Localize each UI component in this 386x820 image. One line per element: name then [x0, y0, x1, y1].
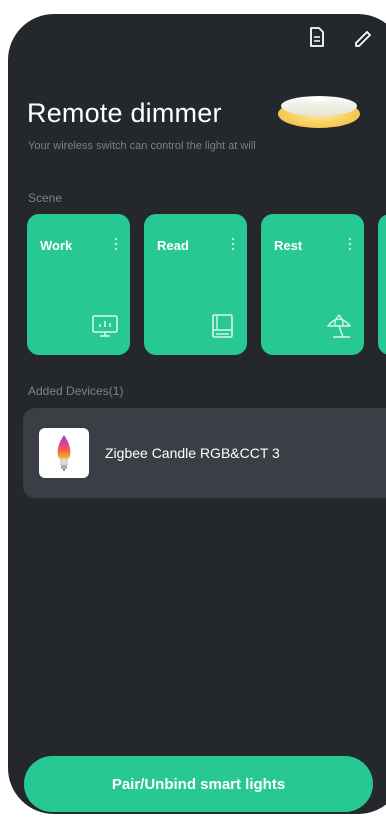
document-icon[interactable] [304, 24, 330, 50]
more-vertical-icon[interactable] [114, 237, 118, 251]
book-icon [212, 314, 233, 338]
scene-card-partial[interactable] [378, 214, 386, 355]
page-subtitle: Your wireless switch can control the lig… [28, 140, 256, 152]
scene-name: Read [157, 238, 189, 253]
scene-section-label: Scene [28, 191, 63, 205]
candle-bulb-icon [57, 435, 71, 471]
ceiling-lamp-image [278, 96, 360, 128]
pair-unbind-button[interactable]: Pair/Unbind smart lights [24, 756, 373, 812]
more-vertical-icon[interactable] [231, 237, 235, 251]
monitor-icon [92, 315, 118, 337]
app-screen: Remote dimmer Your wireless switch can c… [8, 14, 386, 814]
scene-card-rest[interactable]: Rest [261, 214, 364, 355]
header-actions [304, 24, 376, 50]
more-vertical-icon[interactable] [348, 237, 352, 251]
device-item[interactable]: Zigbee Candle RGB&CCT 3 [23, 408, 386, 498]
beach-umbrella-icon [327, 314, 351, 338]
scene-name: Rest [274, 238, 303, 253]
page-title: Remote dimmer [27, 98, 222, 128]
scene-card-read[interactable]: Read [144, 214, 247, 355]
edit-icon[interactable] [350, 24, 376, 50]
scene-list: Work Read Rest [27, 214, 386, 355]
scene-card-work[interactable]: Work [27, 214, 130, 355]
device-thumbnail [39, 428, 89, 478]
device-name: Zigbee Candle RGB&CCT 3 [105, 445, 280, 461]
devices-section-label: Added Devices(1) [28, 384, 124, 398]
scene-name: Work [40, 238, 73, 253]
